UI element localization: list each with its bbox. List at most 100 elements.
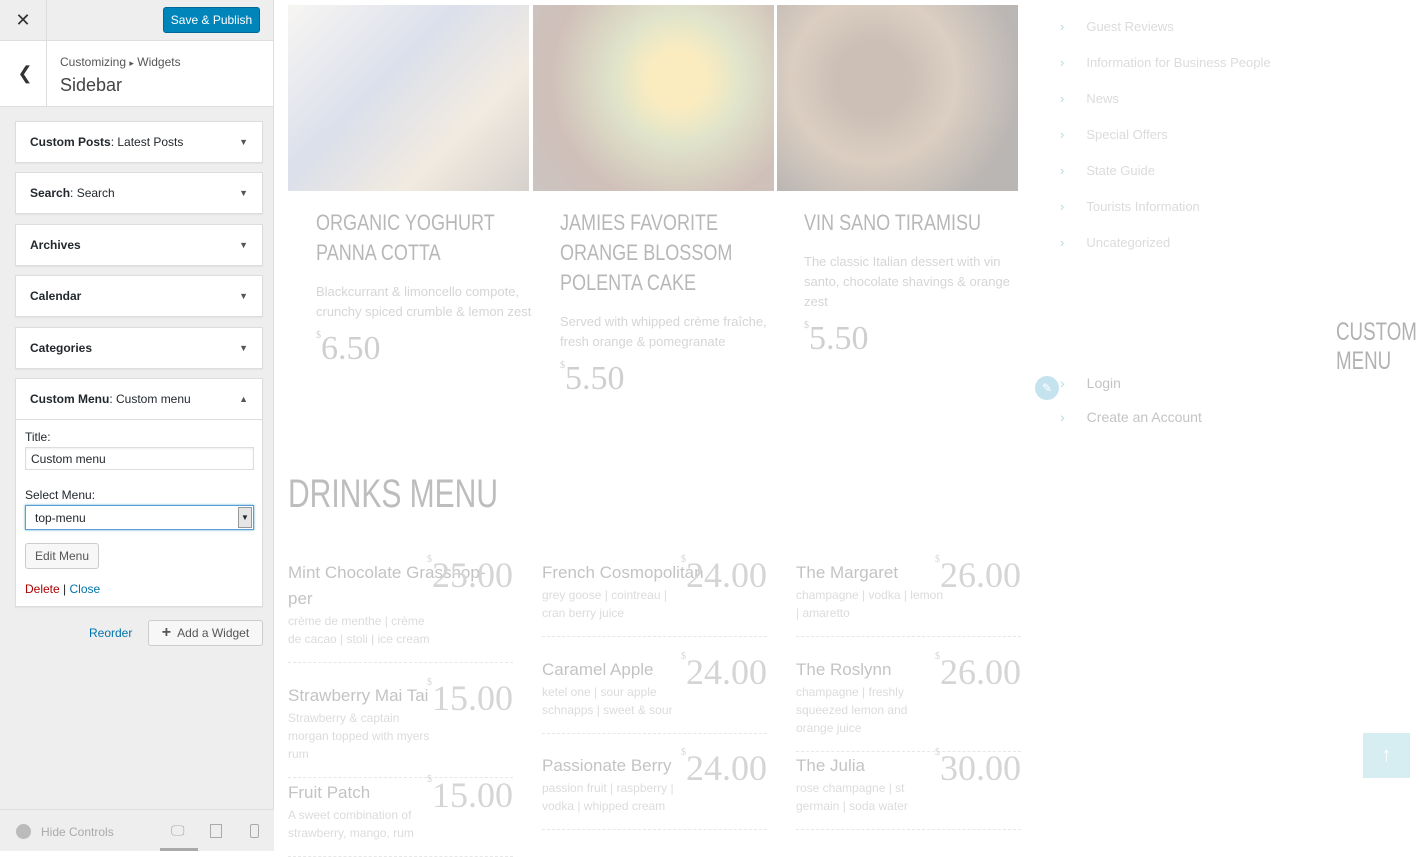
hide-controls-button[interactable]: Hide Controls [16, 824, 114, 839]
category-link[interactable]: › News [1060, 91, 1119, 106]
widget-header[interactable]: Calendar ▼ [16, 276, 262, 316]
drink-item: The Julia rose champagne | st germain | s… [796, 747, 1021, 830]
widget-item: Archives ▼ [15, 224, 263, 266]
widget-header[interactable]: Categories ▼ [16, 328, 262, 368]
category-link[interactable]: › Tourists Information [1060, 199, 1200, 214]
menu-link-label: Create an Account [1086, 409, 1202, 425]
price-value: 15.00 [432, 678, 513, 718]
dish-name[interactable]: Vin Sano Tiramisu [804, 208, 1025, 238]
expand-arrow-icon[interactable]: ▼ [239, 137, 248, 147]
menu-link-label: Login [1086, 375, 1121, 391]
dish-name[interactable]: Organic Yoghurt Panna Cotta [316, 208, 537, 268]
select-menu-dropdown[interactable]: top-menu ▼ [25, 505, 254, 530]
price-value: 15.00 [432, 775, 513, 815]
price-value: 24.00 [686, 748, 767, 788]
edit-shortcut-pencil-icon[interactable]: ✎ [1035, 376, 1059, 400]
close-link[interactable]: Close [70, 582, 101, 596]
drink-description: ketel one | sour apple schnapps | sweet … [542, 685, 673, 717]
chevron-right-icon: › [1060, 19, 1065, 34]
widget-header[interactable]: Archives ▼ [16, 225, 262, 265]
add-widget-button[interactable]: + Add a Widget [148, 620, 263, 646]
chevron-right-icon: › [1060, 235, 1065, 250]
category-link[interactable]: › Special Offers [1060, 127, 1168, 142]
add-widget-label: Add a Widget [177, 626, 250, 640]
drink-item: Caramel Apple ketel one | sour apple schn… [542, 651, 767, 734]
widget-item: Search: Search ▼ [15, 172, 263, 214]
drinks-menu-title: DRINKS MENU [288, 472, 499, 516]
save-publish-button[interactable]: Save & Publish [163, 7, 260, 33]
price-value: 25.00 [432, 555, 513, 595]
mobile-preview-icon[interactable] [250, 824, 259, 838]
customizer-topbar: ✕ Save & Publish [0, 0, 273, 41]
dish-name[interactable]: Jamies Favorite Orange Blossom Polenta C… [560, 208, 781, 298]
price-value: 24.00 [686, 555, 767, 595]
dish-image [777, 5, 1018, 191]
price-value: 5.50 [809, 320, 869, 357]
expand-arrow-icon[interactable]: ▼ [239, 240, 248, 250]
expand-arrow-icon[interactable]: ▼ [239, 343, 248, 353]
drink-item: Mint Chocolate Grasshop-per crème de ment… [288, 554, 513, 663]
widget-type: Archives [30, 238, 81, 252]
chevron-down-icon[interactable]: ▼ [238, 507, 252, 528]
category-link[interactable]: › Guest Reviews [1060, 19, 1174, 34]
drink-price: $25.00 [427, 554, 513, 595]
breadcrumb: Customizing ▸ Widgets [60, 55, 181, 69]
widget-header[interactable]: Search: Search ▼ [16, 173, 262, 213]
widget-header[interactable]: Custom Menu: Custom menu ▲ [16, 379, 262, 419]
delete-link[interactable]: Delete [25, 582, 60, 596]
chevron-right-icon: › [1060, 199, 1065, 214]
chevron-right-icon: › [1060, 409, 1065, 425]
price-value: 5.50 [565, 360, 625, 397]
widget-custom-menu: Custom Menu: Custom menu ▲ Title: Custom … [15, 378, 263, 607]
category-link[interactable]: › State Guide [1060, 163, 1155, 178]
price-value: 6.50 [321, 330, 381, 367]
dish-card: Jamies Favorite Orange Blossom Polenta C… [560, 208, 780, 398]
widget-form: Title: Custom menu Select Menu: top-menu… [16, 419, 262, 606]
title-input[interactable]: Custom menu [25, 447, 254, 470]
drink-price: $26.00 [935, 554, 1021, 595]
back-arrow-icon[interactable]: ❮ [4, 41, 47, 106]
widget-type: Custom Menu [30, 392, 110, 406]
category-label: Special Offers [1086, 127, 1168, 142]
custom-menu-link[interactable]: › Login [1060, 375, 1121, 391]
reorder-link[interactable]: Reorder [89, 626, 132, 640]
price-value: 26.00 [940, 555, 1021, 595]
custom-menu-title: CUSTOM MENU [1336, 318, 1417, 375]
collapse-arrow-icon[interactable]: ▲ [239, 394, 248, 404]
back-to-top-button[interactable]: ↑ [1363, 733, 1410, 778]
drink-item: Fruit Patch A sweet combination of strawb… [288, 774, 513, 857]
drink-price: $26.00 [935, 651, 1021, 692]
dish-card: Vin Sano Tiramisu The classic Italian des… [804, 208, 1024, 358]
drink-description: A sweet combination of strawberry, mango… [288, 808, 414, 840]
edit-menu-button[interactable]: Edit Menu [25, 543, 100, 569]
dish-image [288, 5, 529, 191]
custom-menu-link[interactable]: › Create an Account [1060, 409, 1202, 425]
site-preview: Organic Yoghurt Panna Cotta Blackcurrant … [275, 0, 1419, 857]
tablet-preview-icon[interactable] [210, 824, 222, 838]
desktop-preview-icon[interactable]: 🖵 [171, 822, 185, 839]
drink-item: The Roslynn champagne | freshly squeezed … [796, 651, 1021, 752]
category-label: State Guide [1086, 163, 1155, 178]
category-link[interactable]: › Uncategorized [1060, 235, 1170, 250]
expand-arrow-icon[interactable]: ▼ [239, 188, 248, 198]
drink-item: Strawberry Mai Tai Strawberry & captain m… [288, 677, 513, 778]
expand-arrow-icon[interactable]: ▼ [239, 291, 248, 301]
drink-item: Passionate Berry passion fruit | raspberr… [542, 747, 767, 830]
drink-description: rose champagne | st germain | soda water [796, 781, 908, 813]
select-menu-value: top-menu [35, 511, 86, 525]
category-label: Tourists Information [1086, 199, 1200, 214]
chevron-right-icon: › [1060, 375, 1065, 391]
dish-description: Blackcurrant & limoncello compote, crunc… [316, 284, 532, 319]
widget-item: Custom Posts: Latest Posts ▼ [15, 121, 263, 163]
category-link[interactable]: › Information for Business People [1060, 55, 1271, 70]
close-icon[interactable]: ✕ [0, 0, 47, 41]
widget-header[interactable]: Custom Posts: Latest Posts ▼ [16, 122, 262, 162]
hide-controls-label: Hide Controls [41, 824, 114, 839]
drink-price: $24.00 [681, 554, 767, 595]
category-label: Guest Reviews [1086, 19, 1174, 34]
customizer-footer: Hide Controls 🖵 [0, 809, 274, 851]
drink-description: champagne | freshly squeezed lemon and o… [796, 685, 908, 735]
customizer-panel: ✕ Save & Publish ❮ Customizing ▸ Widgets… [0, 0, 274, 851]
drink-description: grey goose | cointreau | cran berry juic… [542, 588, 667, 620]
select-menu-label: Select Menu: [25, 488, 96, 502]
